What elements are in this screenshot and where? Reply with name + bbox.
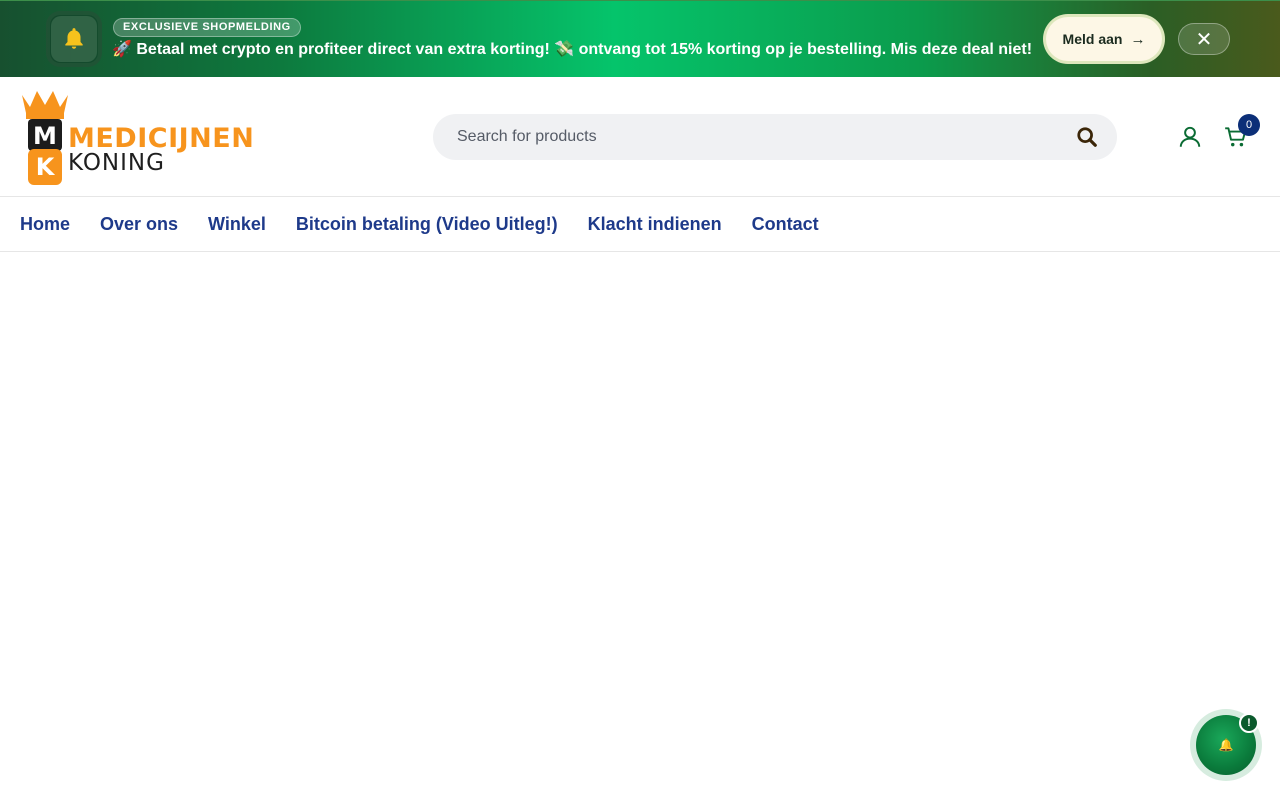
logo-mark-k: K	[35, 153, 55, 181]
site-header: M K MEDICIJNEN KONING 0	[0, 77, 1280, 197]
signup-button-label: Meld aan	[1062, 31, 1123, 47]
search-icon[interactable]	[1076, 126, 1098, 148]
close-button[interactable]: ✕	[1178, 23, 1230, 55]
nav-item-contact[interactable]: Contact	[752, 213, 819, 235]
cart-count-badge: 0	[1238, 114, 1260, 136]
nav-item-klacht-indienen[interactable]: Klacht indienen	[588, 213, 722, 235]
search-bar	[433, 114, 1117, 160]
signup-button[interactable]: Meld aan →	[1043, 14, 1165, 64]
logo-mark-m: M	[33, 122, 57, 150]
promo-banner: EXCLUSIEVE SHOPMELDING 🚀 Betaal met cryp…	[0, 0, 1280, 77]
main-nav: Home Over ons Winkel Bitcoin betaling (V…	[0, 197, 1280, 252]
logo-wordmark: MEDICIJNEN KONING	[68, 123, 255, 176]
notification-badge: !	[1239, 713, 1259, 733]
logo-line2: KONING	[68, 150, 165, 176]
site-logo[interactable]: M K MEDICIJNEN KONING	[20, 87, 254, 187]
nav-item-home[interactable]: Home	[20, 213, 70, 235]
close-icon: ✕	[1195, 28, 1213, 51]
promo-message: 🚀 Betaal met crypto en profiteer direct …	[112, 41, 1033, 58]
promo-bell-badge	[46, 11, 102, 67]
promo-tag: EXCLUSIEVE SHOPMELDING	[113, 18, 301, 37]
nav-item-winkel[interactable]: Winkel	[208, 213, 266, 235]
user-account-icon[interactable]	[1177, 124, 1203, 150]
search-input[interactable]	[457, 114, 1057, 160]
bell-icon	[51, 16, 97, 62]
nav-item-bitcoin-betaling[interactable]: Bitcoin betaling (Video Uitleg!)	[296, 213, 558, 235]
arrow-right-icon: →	[1130, 30, 1146, 48]
nav-item-over-ons[interactable]: Over ons	[100, 213, 178, 235]
logo-line1: MEDICIJNEN	[68, 123, 255, 154]
